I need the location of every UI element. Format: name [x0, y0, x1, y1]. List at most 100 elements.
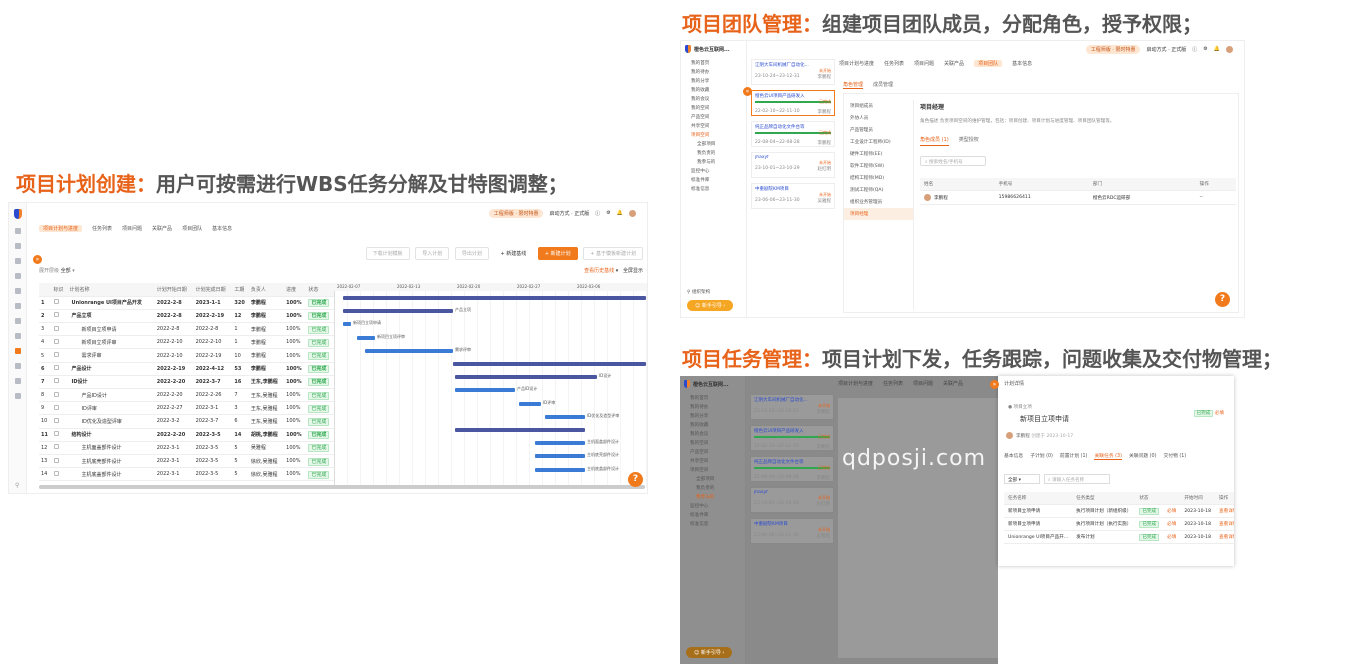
project-card[interactable]: 纯正品牌自动化文件台等 已完成 22-08-04~22-08-28 李鹏程	[751, 121, 835, 147]
table-row[interactable]: 李鹏程 15986626411 橙色云RDC运研部 --	[920, 190, 1236, 205]
brand-name[interactable]: 橙色云互联网...	[693, 381, 729, 388]
sidebar-item[interactable]: 标准件库	[684, 511, 741, 520]
sidebar-item[interactable]: 我的首页	[685, 59, 742, 68]
sidebar-item[interactable]: 我的会议	[685, 95, 742, 104]
project-card[interactable]: 中重剧院KM项目 未开始 23-06-06~23-11-30 吴雅程	[751, 183, 835, 209]
table-row[interactable]: 10 ID优化及造型评审 2022-3-2 2022-3-7 6 王东,吴雅程 100% 已完…	[39, 414, 335, 429]
avatar[interactable]	[1226, 45, 1233, 53]
star-icon[interactable]	[14, 273, 21, 279]
sidebar-item[interactable]: 我的待办	[685, 68, 742, 77]
row-checkbox[interactable]	[53, 470, 59, 476]
table-row[interactable]: 7 ID设计 2022-2-20 2022-3-7 16 王东,李鹏程 100% 已完成	[39, 375, 335, 390]
gantt-bar[interactable]	[519, 401, 541, 406]
table-row[interactable]: 12 主机面盖部件设计 2022-3-1 2022-3-5 5 吴雅程 100% 已完成	[39, 441, 335, 455]
gantt-bar[interactable]	[455, 375, 597, 380]
row-checkbox[interactable]	[53, 378, 59, 384]
gantt-bar[interactable]	[453, 362, 646, 366]
bell-icon[interactable]: 🔔	[617, 210, 623, 216]
gantt-bar[interactable]	[343, 322, 351, 327]
mode-select[interactable]: 启动方式 · 正式版	[549, 210, 589, 217]
role-item[interactable]: 测试工程师(QA)	[844, 184, 913, 196]
detail-tab[interactable]: 关联任务 (3)	[1094, 452, 1122, 460]
tab-role-members[interactable]: 角色成员 (1)	[920, 136, 949, 146]
fullscreen-button[interactable]: 全屏显示	[623, 268, 643, 274]
table-row[interactable]: 新项目立项申请执行项目计划（执行实施）已完成必填2023-10-18查看详情	[1004, 517, 1234, 531]
role-item[interactable]: 项目经理	[844, 208, 913, 220]
gantt-bar[interactable]	[535, 441, 585, 446]
plan-name[interactable]: 新项目立项申请	[67, 322, 155, 337]
member-search-input[interactable]: ⌕ 搜索姓名/手机号	[920, 156, 986, 166]
tab-info[interactable]: 基本信息	[1012, 60, 1032, 67]
sidebar-item[interactable]: 共享空间	[684, 457, 741, 466]
row-checkbox[interactable]	[53, 404, 59, 410]
tab-products[interactable]: 关联产品	[943, 380, 963, 387]
expand-icon[interactable]: »	[33, 255, 42, 264]
project-card[interactable]: 中重剧院KM项目 未开始 23-06-06~23-11-30 吴雅程	[750, 518, 834, 544]
sidebar-item[interactable]: 项目空间	[685, 131, 742, 140]
export-plan-button[interactable]: 导出计划	[454, 247, 489, 260]
gantt-bar[interactable]	[365, 348, 453, 353]
table-row[interactable]: 3 新项目立项申请 2022-2-8 2022-2-8 1 李鹏程 100% 已完成	[39, 322, 335, 337]
sidebar-item[interactable]: 我的空间	[684, 439, 741, 448]
table-row[interactable]: 6 产品设计 2022-2-19 2022-4-12 53 李鹏程 100% 已完成	[39, 362, 335, 376]
plan-name[interactable]: 产品立项	[67, 309, 155, 324]
sidebar-item[interactable]: 监控中心	[684, 502, 741, 511]
help-icon[interactable]: ⓘ	[1192, 46, 1197, 53]
mode-select[interactable]: 启动方式 · 正式版	[1146, 46, 1186, 53]
tab-team[interactable]: 项目团队	[974, 60, 1003, 67]
bell-icon[interactable]: 🔔	[1214, 46, 1220, 52]
tab-plan[interactable]: 项目计划与进度	[39, 225, 83, 232]
table-row[interactable]: 11 结构设计 2022-2-20 2022-3-5 14 胡桃,李鹏程 100% 已完成	[39, 428, 335, 442]
tab-info[interactable]: 基本信息	[212, 225, 232, 232]
sidebar-item[interactable]: 全部项目	[685, 140, 742, 149]
space-icon[interactable]	[14, 303, 21, 309]
gantt-bar[interactable]	[357, 335, 375, 340]
sidebar-item[interactable]: 标准件库	[685, 176, 742, 185]
sidebar-item[interactable]: 我的分享	[685, 77, 742, 86]
table-row[interactable]: Unionrange UI项目产品开... 发布计划 已完成 必填 2023-10-18…	[1004, 530, 1234, 544]
todo-icon[interactable]	[14, 243, 21, 249]
row-checkbox[interactable]	[53, 391, 59, 397]
table-row[interactable]: 新项目立项申请执行项目计划（新组织级）已完成必填2023-10-18查看详情	[1004, 504, 1234, 518]
settings-icon[interactable]: ⚙	[1203, 46, 1207, 52]
help-button[interactable]: ?	[1215, 292, 1230, 307]
row-checkbox[interactable]	[53, 338, 59, 344]
role-item[interactable]: 硬件工程师(EE)	[844, 148, 913, 160]
row-checkbox[interactable]	[53, 312, 59, 318]
library-icon[interactable]	[14, 378, 21, 384]
settings-icon[interactable]: ⚙	[606, 210, 610, 216]
plan-name[interactable]: 主机底壳部件设计	[67, 454, 155, 469]
org-link[interactable]: ⚲ 组织架构	[687, 289, 710, 295]
table-row[interactable]: 9 ID评审 2022-2-27 2022-3-1 3 王东,吴雅程 100% 已完成	[39, 401, 335, 416]
type-filter[interactable]: 全部 ▾	[1004, 474, 1040, 484]
role-item[interactable]: 项目组成员	[844, 100, 913, 112]
row-checkbox[interactable]	[53, 417, 59, 423]
detail-tab[interactable]: 子计划 (0)	[1030, 452, 1053, 460]
collapse-icon[interactable]: «	[743, 87, 752, 96]
row-checkbox[interactable]	[53, 299, 59, 305]
edition-badge[interactable]: 工程师版 · 限时特惠	[488, 208, 544, 218]
tab-issues[interactable]: 项目问题	[122, 225, 142, 232]
sidebar-item[interactable]: 我的分享	[684, 412, 741, 421]
gantt-bar[interactable]	[455, 428, 585, 432]
new-baseline-button[interactable]: + 新建基线	[494, 248, 532, 259]
guide-button[interactable]: ☺ 新手引导 ›	[686, 647, 733, 658]
role-item[interactable]: 工业设计工程师(ID)	[844, 136, 913, 148]
plan-name[interactable]: 产品设计	[67, 362, 155, 376]
role-item[interactable]: 外协人员	[844, 112, 913, 124]
plan-name[interactable]: ID优化及造型评审	[67, 414, 155, 429]
tab-type-auth[interactable]: 类型授权	[959, 136, 979, 146]
role-item[interactable]: 产品管理员	[844, 124, 913, 136]
plan-name[interactable]: 产品ID设计	[67, 388, 155, 403]
share-icon[interactable]	[14, 258, 21, 264]
detail-tab[interactable]: 交付物 (1)	[1163, 452, 1186, 460]
horizontal-scrollbar[interactable]	[39, 485, 645, 489]
member-op[interactable]: --	[1195, 190, 1236, 205]
gantt-bar[interactable]	[535, 454, 585, 459]
info-icon[interactable]	[14, 393, 21, 399]
role-item[interactable]: 组织业务管理员	[844, 196, 913, 208]
sidebar-item[interactable]: 我的待办	[684, 403, 741, 412]
table-row[interactable]: 4 新项目立项评审 2022-2-10 2022-2-10 1 李鹏程 100% 已完成	[39, 335, 335, 350]
project-card[interactable]: 江阴大车间机械厂自动化... 未开始 23-10-24~23-12-31 李鹏程	[751, 59, 835, 85]
template-plan-button[interactable]: + 基于模板新建计划	[583, 247, 643, 260]
